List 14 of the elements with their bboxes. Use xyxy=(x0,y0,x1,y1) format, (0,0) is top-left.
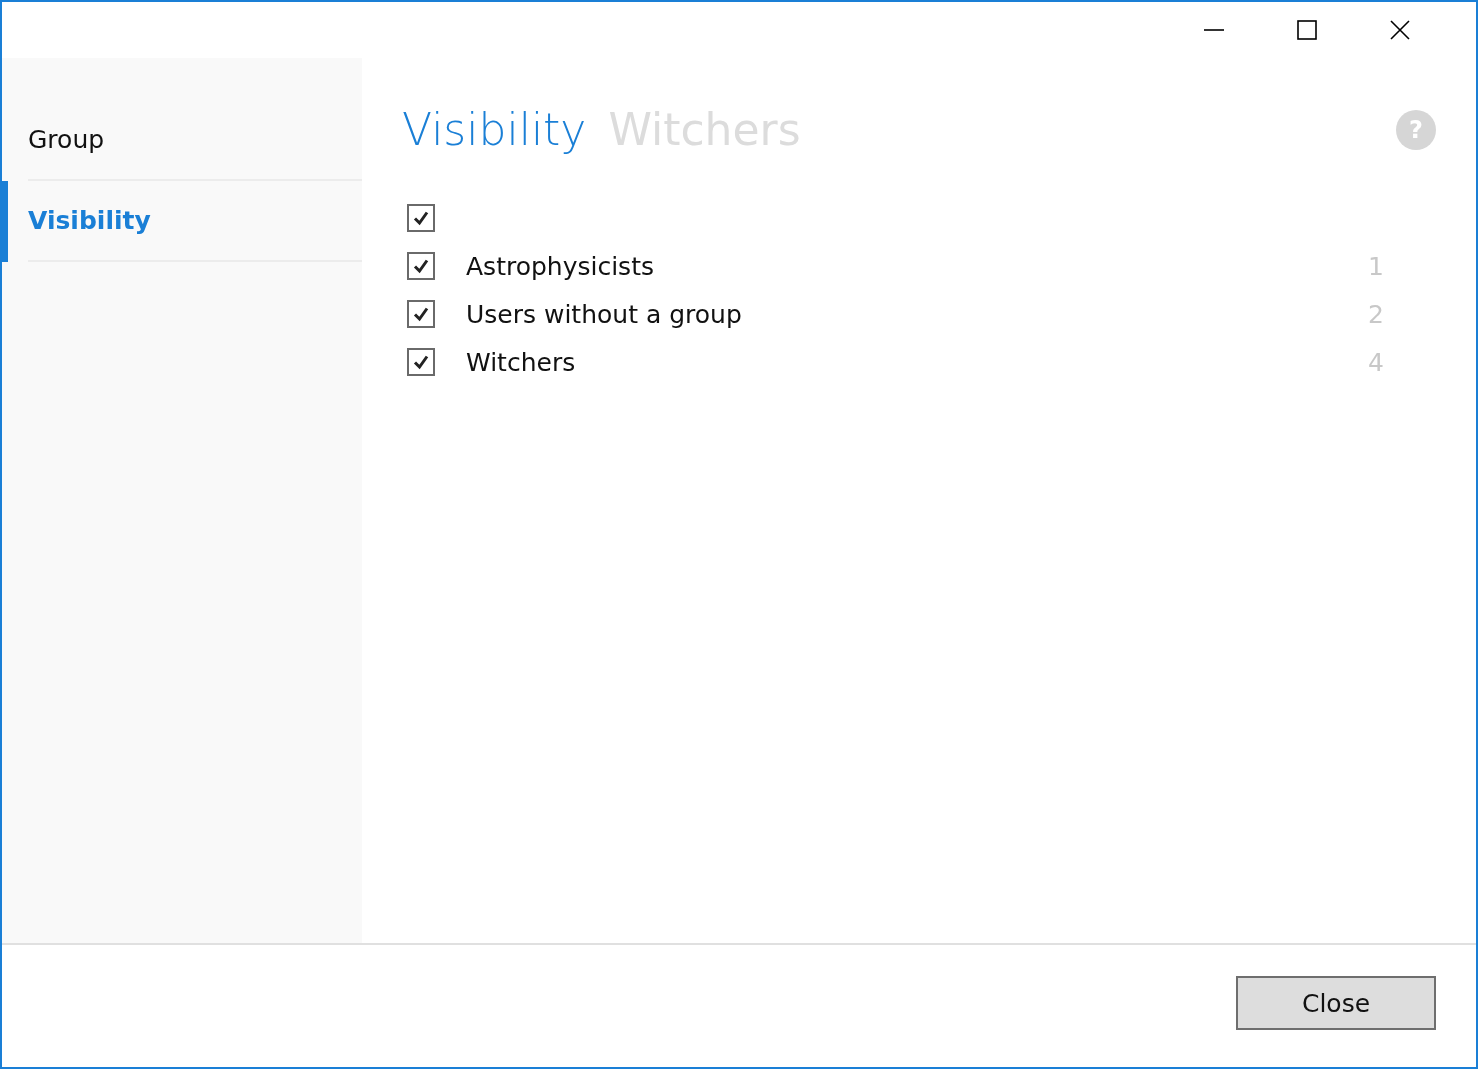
sidebar-item[interactable]: Visibility xyxy=(28,181,362,262)
checkbox[interactable] xyxy=(407,300,435,328)
close-icon[interactable] xyxy=(1388,20,1411,40)
checkbox[interactable] xyxy=(407,252,435,280)
close-button[interactable]: Close xyxy=(1236,976,1436,1030)
group-name: Users without a group xyxy=(466,299,742,329)
sidebar-item[interactable]: Group xyxy=(28,100,362,181)
minimize-icon[interactable] xyxy=(1202,29,1225,31)
select-all-checkbox[interactable] xyxy=(407,204,435,232)
group-name: Astrophysicists xyxy=(466,251,654,281)
group-name: Witchers xyxy=(466,347,576,377)
page-title: Visibility xyxy=(402,104,587,155)
maximize-icon[interactable] xyxy=(1295,20,1318,40)
checkbox[interactable] xyxy=(407,348,435,376)
